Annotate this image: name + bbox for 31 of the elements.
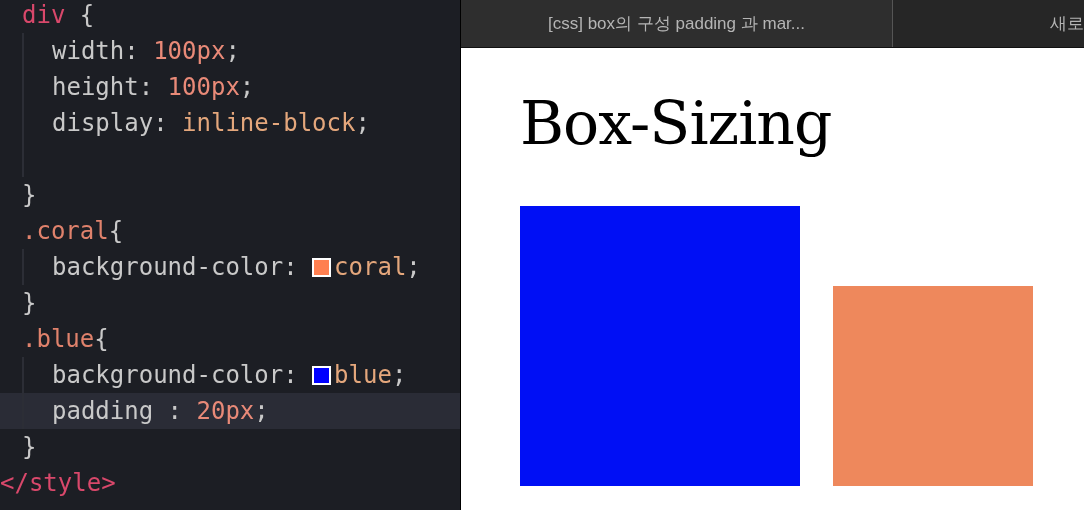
code-token: ; (225, 36, 240, 67)
code-token: ; (355, 108, 370, 139)
code-token: background-color: (52, 252, 299, 283)
browser-tab[interactable]: 새로 (893, 0, 1084, 47)
code-token: width: (52, 36, 140, 67)
page-heading: Box-Sizing (520, 88, 832, 158)
code-token: ; (391, 360, 407, 391)
code-token: ; (254, 396, 269, 427)
code-token: } (22, 288, 37, 319)
code-token: 100px (153, 36, 226, 67)
code-token: height: (52, 72, 155, 103)
code-token: { (108, 216, 124, 247)
code-token: display: (52, 108, 169, 139)
code-token: ; (239, 72, 255, 103)
code-token: .blue (22, 324, 95, 355)
code-token: .coral (22, 216, 109, 247)
code-token: { (78, 0, 95, 31)
code-token: ; (406, 252, 421, 283)
code-token: { (94, 324, 109, 355)
code-token: </style> (0, 468, 116, 499)
code-token: div (22, 0, 66, 31)
code-token: background-color: (52, 360, 299, 391)
code-token: 100px (167, 72, 240, 103)
code-token: inline-block (182, 108, 356, 139)
browser-tab[interactable]: [css] box의 구성 padding 과 mar... (461, 0, 893, 47)
code-token: padding : (52, 396, 184, 427)
code-token: } (22, 180, 37, 211)
code-token: 20px (196, 396, 255, 427)
code-token: } (22, 432, 37, 463)
code-token: coral (334, 252, 407, 283)
code-token: blue (334, 360, 392, 391)
